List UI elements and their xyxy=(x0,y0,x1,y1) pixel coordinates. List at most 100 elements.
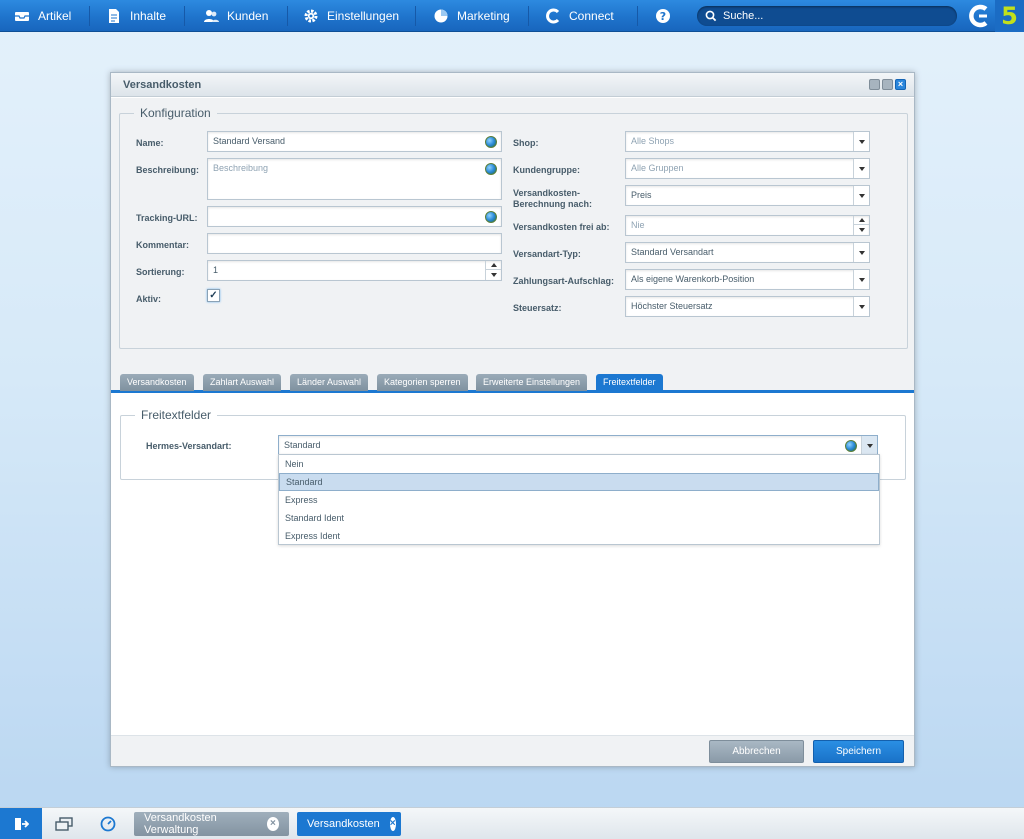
logout-button[interactable] xyxy=(0,808,42,839)
spin-down-icon[interactable] xyxy=(486,270,501,279)
search-icon xyxy=(705,10,717,22)
tray-icon xyxy=(15,12,29,21)
spin-down-icon[interactable] xyxy=(854,225,869,234)
chevron-down-icon[interactable] xyxy=(853,159,869,178)
shop-value: Alle Shops xyxy=(631,136,675,146)
dropdown-option[interactable]: Nein xyxy=(279,455,879,473)
main-menu-bar: Artikel Inhalte Kunden Einstellungen Mar… xyxy=(0,0,1024,32)
hermes-label: Hermes-Versandart: xyxy=(146,441,232,451)
shipping-type-select[interactable]: Standard Versandart xyxy=(625,242,870,263)
save-button[interactable]: Speichern xyxy=(813,740,904,763)
task-versandkosten-verwaltung[interactable]: Versandkosten Verwaltung × xyxy=(134,812,289,836)
sort-value: 1 xyxy=(213,265,219,275)
menu-item-label: Marketing xyxy=(457,9,510,23)
gear-icon xyxy=(304,9,318,23)
globe-icon[interactable] xyxy=(485,163,497,175)
menu-divider xyxy=(89,6,90,26)
menu-item-label: Kunden xyxy=(227,9,269,23)
window-footer: Abbrechen Speichern xyxy=(111,735,914,766)
dashboard-icon[interactable] xyxy=(99,816,117,832)
users-icon xyxy=(204,10,219,22)
version-badge: 5 xyxy=(995,0,1024,32)
chevron-down-icon[interactable] xyxy=(853,186,869,205)
calculation-select[interactable]: Preis xyxy=(625,185,870,206)
comment-label: Kommentar: xyxy=(136,240,190,250)
tracking-url-field[interactable] xyxy=(207,206,502,227)
tracking-url-label: Tracking-URL: xyxy=(136,213,198,223)
tab-zahlart-auswahl[interactable]: Zahlart Auswahl xyxy=(203,374,282,391)
pie-chart-icon xyxy=(434,9,448,23)
hermes-select[interactable]: Standard xyxy=(278,435,878,456)
task-versandkosten[interactable]: Versandkosten × xyxy=(297,812,401,836)
menu-item-einstellungen[interactable]: Einstellungen xyxy=(303,0,399,32)
tab-versandkosten[interactable]: Versandkosten xyxy=(120,374,194,391)
menu-item-inhalte[interactable]: Inhalte xyxy=(106,0,166,32)
svg-text:?: ? xyxy=(660,10,666,23)
hermes-value: Standard xyxy=(284,440,321,450)
shipping-type-value: Standard Versandart xyxy=(631,247,714,257)
spin-up-icon[interactable] xyxy=(486,261,501,270)
close-window-button[interactable]: × xyxy=(895,79,906,90)
description-field[interactable]: Beschreibung xyxy=(207,158,502,200)
chevron-down-icon[interactable] xyxy=(853,243,869,262)
chevron-down-icon[interactable] xyxy=(853,297,869,316)
spin-up-icon[interactable] xyxy=(854,216,869,225)
shopware-logo xyxy=(969,4,988,28)
window-titlebar[interactable]: Versandkosten × xyxy=(111,73,914,97)
menu-divider xyxy=(415,6,416,26)
dropdown-option[interactable]: Express Ident xyxy=(279,527,879,545)
description-placeholder: Beschreibung xyxy=(213,163,269,173)
payment-surcharge-select[interactable]: Als eigene Warenkorb-Position xyxy=(625,269,870,290)
description-label: Beschreibung: xyxy=(136,165,200,175)
tax-rate-select[interactable]: Höchster Steuersatz xyxy=(625,296,870,317)
close-icon[interactable]: × xyxy=(389,817,396,831)
tab-freitextfelder[interactable]: Freitextfelder xyxy=(596,374,663,391)
sort-stepper[interactable]: 1 xyxy=(207,260,502,281)
menu-item-kunden[interactable]: Kunden xyxy=(203,0,268,32)
tab-kategorien-sperren[interactable]: Kategorien sperren xyxy=(377,374,468,391)
sort-spinner[interactable] xyxy=(485,261,501,280)
name-field[interactable]: Standard Versand xyxy=(207,131,502,152)
payment-surcharge-label: Zahlungsart-Aufschlag: xyxy=(513,276,615,286)
comment-field[interactable] xyxy=(207,233,502,254)
globe-icon[interactable] xyxy=(485,211,497,223)
customer-group-select[interactable]: Alle Gruppen xyxy=(625,158,870,179)
minimize-button[interactable] xyxy=(869,79,880,90)
tab-laender-auswahl[interactable]: Länder Auswahl xyxy=(290,374,369,391)
free-shipping-stepper[interactable]: Nie xyxy=(625,215,870,236)
customer-group-label: Kundengruppe: xyxy=(513,165,580,175)
menu-divider xyxy=(637,6,638,26)
chevron-down-icon[interactable] xyxy=(861,436,877,455)
globe-icon[interactable] xyxy=(485,136,497,148)
windows-icon[interactable] xyxy=(55,816,73,832)
cancel-button[interactable]: Abbrechen xyxy=(709,740,804,763)
dropdown-option[interactable]: Express xyxy=(279,491,879,509)
dropdown-option[interactable]: Standard Ident xyxy=(279,509,879,527)
menu-divider xyxy=(528,6,529,26)
chevron-down-icon[interactable] xyxy=(853,132,869,151)
sort-label: Sortierung: xyxy=(136,267,185,277)
shop-select[interactable]: Alle Shops xyxy=(625,131,870,152)
chevron-down-icon[interactable] xyxy=(853,270,869,289)
menu-item-connect[interactable]: Connect xyxy=(545,0,614,32)
name-label: Name: xyxy=(136,138,164,148)
menu-item-label: Inhalte xyxy=(130,9,167,23)
globe-icon[interactable] xyxy=(845,440,857,452)
search-input[interactable] xyxy=(723,10,923,22)
tax-rate-value: Höchster Steuersatz xyxy=(631,301,713,311)
close-icon[interactable]: × xyxy=(266,817,279,831)
shop-label: Shop: xyxy=(513,138,539,148)
menu-item-label: Connect xyxy=(569,9,614,23)
active-label: Aktiv: xyxy=(136,294,162,304)
active-checkbox[interactable]: ✓ xyxy=(207,289,220,302)
calculation-label-line2: Berechnung nach: xyxy=(513,199,593,209)
menu-item-marketing[interactable]: Marketing xyxy=(433,0,510,32)
help-button[interactable]: ? xyxy=(655,0,671,32)
dropdown-option-selected[interactable]: Standard xyxy=(279,473,879,491)
tab-erweiterte-einstellungen[interactable]: Erweiterte Einstellungen xyxy=(476,374,588,391)
menu-divider xyxy=(287,6,288,26)
maximize-button[interactable] xyxy=(882,79,893,90)
menu-item-artikel[interactable]: Artikel xyxy=(14,0,71,32)
free-shipping-spinner[interactable] xyxy=(853,216,869,235)
logout-icon xyxy=(15,818,29,830)
